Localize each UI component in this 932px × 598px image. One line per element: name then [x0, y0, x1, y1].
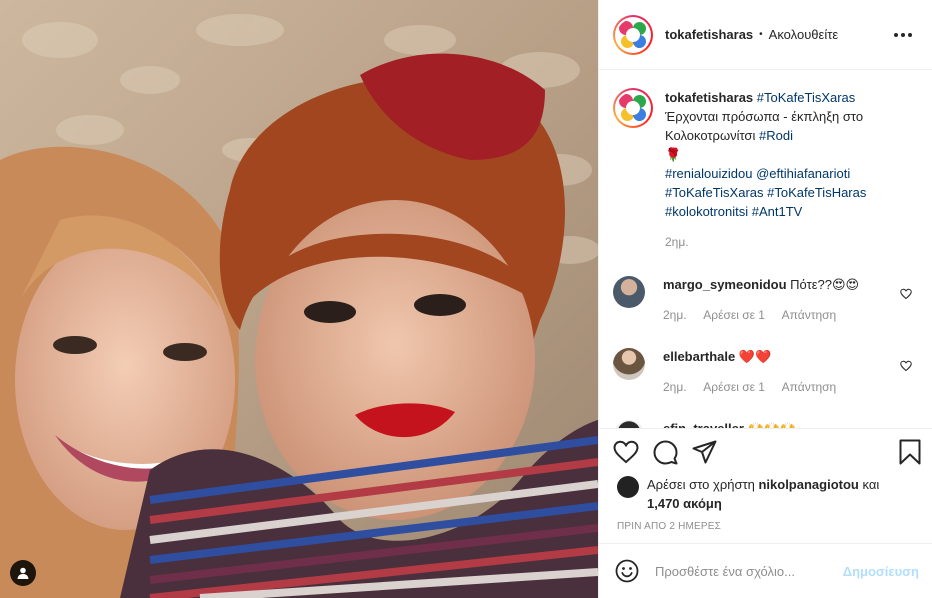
mention-link[interactable]: @eftihiafanarioti [756, 166, 850, 181]
liker-avatar[interactable] [617, 476, 639, 498]
rose-emoji: 🌹 [665, 147, 682, 162]
caption-time[interactable]: 2ημ. [665, 235, 689, 249]
user-tag-button[interactable] [10, 560, 36, 586]
comment-item: ellebarthale ❤️❤️ 2ημ. Αρέσει σε 1 Απάντ… [613, 348, 916, 396]
caption: tokafetisharas #ToKafeTisXaras Έρχονται … [613, 88, 916, 252]
comment-text: Πότε??😍😍 [790, 277, 860, 292]
post-date[interactable]: ΠΡΙΝ ΑΠΟ 2 ΗΜΕΡΕΣ [599, 513, 932, 532]
post-actions: Αρέσει στο χρήστη nikolpanagiotou και 1,… [599, 428, 932, 532]
avatar[interactable] [613, 14, 653, 55]
likes-middle: και [862, 477, 880, 492]
hashtag-link[interactable]: #Ant1TV [752, 204, 803, 219]
heart-icon[interactable] [900, 360, 912, 372]
comments-list[interactable]: tokafetisharas #ToKafeTisXaras Έρχονται … [599, 70, 932, 428]
header-username[interactable]: tokafetisharas [665, 27, 753, 42]
selfie-photo [0, 0, 598, 598]
comment-time[interactable]: 2ημ. [663, 380, 687, 394]
hashtag-link[interactable]: #Rodi [759, 128, 793, 143]
post-sidebar: tokafetisharas • Ακολουθείτε tokafetisha… [598, 0, 932, 598]
more-icon [894, 32, 898, 37]
comment-item: margo_symeonidou Πότε??😍😍 2ημ. Αρέσει σε… [613, 276, 916, 324]
hashtag-link[interactable]: #kolokotronitsi [665, 204, 748, 219]
heart-icon[interactable] [900, 288, 912, 300]
comment-text: 🙌🙌🙌 [748, 421, 797, 428]
add-comment-bar: Δημοσίευση [599, 543, 932, 598]
reply-button[interactable]: Απάντηση [782, 380, 837, 394]
comment-username[interactable]: ellebarthale [663, 349, 735, 364]
hashtag-link[interactable]: #ToKafeTisHaras [767, 185, 866, 200]
comment-icon[interactable] [653, 440, 678, 465]
post-photo[interactable] [0, 0, 598, 598]
share-icon[interactable] [692, 440, 717, 464]
caption-username[interactable]: tokafetisharas [665, 90, 753, 105]
comment-username[interactable]: margo_symeonidou [663, 277, 787, 292]
bookmark-icon[interactable] [899, 439, 921, 465]
caption-avatar[interactable] [613, 88, 653, 128]
comment-time[interactable]: 2ημ. [663, 308, 687, 322]
separator-dot: • [759, 29, 763, 40]
more-options-button[interactable] [888, 27, 918, 43]
comment-item: efin_traveller 🙌🙌🙌 [613, 420, 916, 428]
comment-username[interactable]: efin_traveller [663, 421, 744, 428]
emoji-icon[interactable] [615, 559, 639, 583]
hashtag-link[interactable]: #renialouizidou [665, 166, 752, 181]
post-header: tokafetisharas • Ακολουθείτε [599, 0, 932, 70]
heart-icon[interactable] [613, 440, 639, 464]
comment-text: ❤️❤️ [738, 349, 772, 364]
follow-status[interactable]: Ακολουθείτε [769, 27, 838, 42]
comment-likes[interactable]: Αρέσει σε 1 [703, 308, 765, 322]
user-tag-icon [17, 567, 29, 579]
likes-count[interactable]: 1,470 ακόμη [647, 496, 722, 511]
likes-summary: Αρέσει στο χρήστη nikolpanagiotou και 1,… [599, 469, 932, 513]
comment-input[interactable] [655, 563, 843, 579]
reply-button[interactable]: Απάντηση [782, 308, 837, 322]
brand-logo [617, 18, 649, 51]
comment-likes[interactable]: Αρέσει σε 1 [703, 380, 765, 394]
commenter-avatar[interactable] [613, 348, 645, 380]
commenter-avatar[interactable] [613, 276, 645, 308]
hashtag-link[interactable]: #ToKafeTisXaras [665, 185, 764, 200]
commenter-avatar[interactable] [613, 420, 645, 428]
likes-prefix: Αρέσει στο χρήστη [647, 477, 755, 492]
brand-logo [617, 92, 649, 124]
hashtag-link[interactable]: #ToKafeTisXaras [757, 90, 856, 105]
post-comment-button[interactable]: Δημοσίευση [843, 564, 919, 579]
liker-username[interactable]: nikolpanagiotou [758, 477, 858, 492]
